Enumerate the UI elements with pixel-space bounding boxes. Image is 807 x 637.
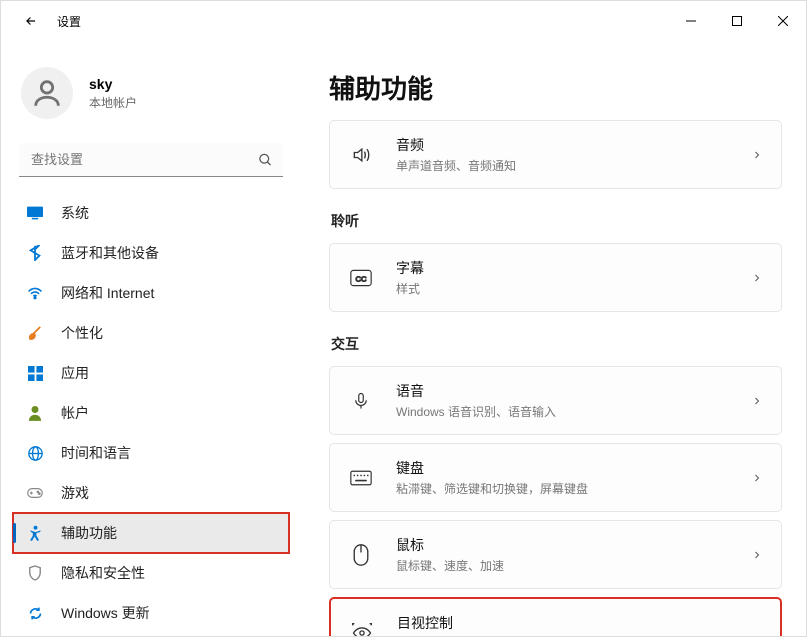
sidebar-item-label: 系统 [61,203,89,223]
cc-icon: CC [348,269,374,287]
nav-list: 系统蓝牙和其他设备网络和 Internet 个性化应用帐户时间和语言游戏辅助功能隐… [13,193,289,636]
sidebar-item-account[interactable]: 帐户 [13,393,289,433]
sidebar-item-personal[interactable]: 个性化 [13,313,289,353]
page-title: 辅助功能 [329,41,782,120]
card-title: 字幕 [396,258,751,278]
sidebar-item-label: 时间和语言 [61,443,131,463]
mic-icon [348,390,374,412]
minimize-button[interactable] [668,5,714,37]
card-sub: 单声道音频、音频通知 [396,157,751,174]
titlebar: 设置 [1,1,806,41]
card-eye-control[interactable]: 目视控制 眼动追踪仪，文本到语音转换 [329,597,782,636]
card-keyboard[interactable]: 键盘 粘滞键、筛选键和切换键，屏幕键盘 [329,443,782,512]
sidebar-item-system[interactable]: 系统 [13,193,289,233]
card-sub: 粘滞键、筛选键和切换键，屏幕键盘 [396,480,751,497]
chevron-right-icon [751,272,763,284]
card-sub: 鼠标键、速度、加速 [396,557,751,574]
sidebar-item-label: 个性化 [61,323,103,343]
card-title: 键盘 [396,458,751,478]
sidebar-item-label: 游戏 [61,483,89,503]
card-title: 音频 [396,135,751,155]
svg-text:CC: CC [356,274,367,283]
maximize-button[interactable] [714,5,760,37]
update-icon [27,605,43,621]
close-button[interactable] [760,5,806,37]
chevron-right-icon [751,149,763,161]
card-mouse[interactable]: 鼠标 鼠标键、速度、加速 [329,520,782,589]
card-title: 语音 [396,381,751,401]
chevron-right-icon [751,549,763,561]
sidebar-item-label: 蓝牙和其他设备 [61,243,159,263]
chevron-right-icon [751,472,763,484]
profile-name: sky [89,76,137,92]
sidebar-item-time[interactable]: 时间和语言 [13,433,289,473]
bluetooth-icon [27,245,43,261]
access-icon [27,525,43,541]
monitor-icon [27,205,43,221]
apps-icon [27,365,43,381]
sidebar-item-update[interactable]: Windows 更新 [13,593,289,633]
sidebar-item-label: 辅助功能 [61,523,117,543]
card-sub: 眼动追踪仪，文本到语音转换 [397,635,762,636]
chevron-right-icon [751,395,763,407]
speaker-icon [348,145,374,165]
sidebar-item-label: 隐私和安全性 [61,563,145,583]
globe-icon [27,445,43,461]
window-controls [668,5,806,37]
search-input[interactable] [19,143,283,177]
card-sub: Windows 语音识别、语音输入 [396,403,751,420]
section-listening: 聆听 [331,211,782,231]
mouse-icon [348,544,374,566]
card-audio[interactable]: 音频 单声道音频、音频通知 [329,120,782,189]
app-title: 设置 [57,13,81,30]
brush-icon [27,325,43,341]
search-icon [258,153,273,168]
game-icon [27,485,43,501]
sidebar: sky 本地帐户 系统蓝牙和其他设备网络和 Internet 个性化应用帐户时间和… [1,41,301,636]
arrow-left-icon [24,14,38,28]
avatar [21,67,73,119]
back-button[interactable] [13,3,49,39]
search-box[interactable] [19,143,283,177]
sidebar-item-apps[interactable]: 应用 [13,353,289,393]
sidebar-item-net[interactable]: 网络和 Internet [13,273,289,313]
section-interact: 交互 [331,334,782,354]
card-speech[interactable]: 语音 Windows 语音识别、语音输入 [329,366,782,435]
sidebar-item-label: 帐户 [61,403,89,423]
profile-block[interactable]: sky 本地帐户 [13,49,289,143]
wifi-icon [27,285,43,301]
sidebar-item-label: Windows 更新 [61,603,150,623]
sidebar-item-privacy[interactable]: 隐私和安全性 [13,553,289,593]
sidebar-item-label: 应用 [61,363,89,383]
main-content: 辅助功能 音频 单声道音频、音频通知 聆听 CC 字幕 样式 [301,41,806,636]
eye-icon [349,622,375,637]
sidebar-item-game[interactable]: 游戏 [13,473,289,513]
profile-subtitle: 本地帐户 [89,94,137,111]
card-caption[interactable]: CC 字幕 样式 [329,243,782,312]
keyboard-icon [348,470,374,486]
minimize-icon [686,16,696,26]
card-title: 鼠标 [396,535,751,555]
person-icon [30,76,64,110]
person-icon [27,405,43,421]
close-icon [778,16,788,26]
sidebar-item-label: 网络和 Internet [61,283,154,303]
card-title: 目视控制 [397,613,762,633]
sidebar-item-bt[interactable]: 蓝牙和其他设备 [13,233,289,273]
card-sub: 样式 [396,280,751,297]
maximize-icon [732,16,742,26]
shield-icon [27,565,43,581]
sidebar-item-access[interactable]: 辅助功能 [13,513,289,553]
